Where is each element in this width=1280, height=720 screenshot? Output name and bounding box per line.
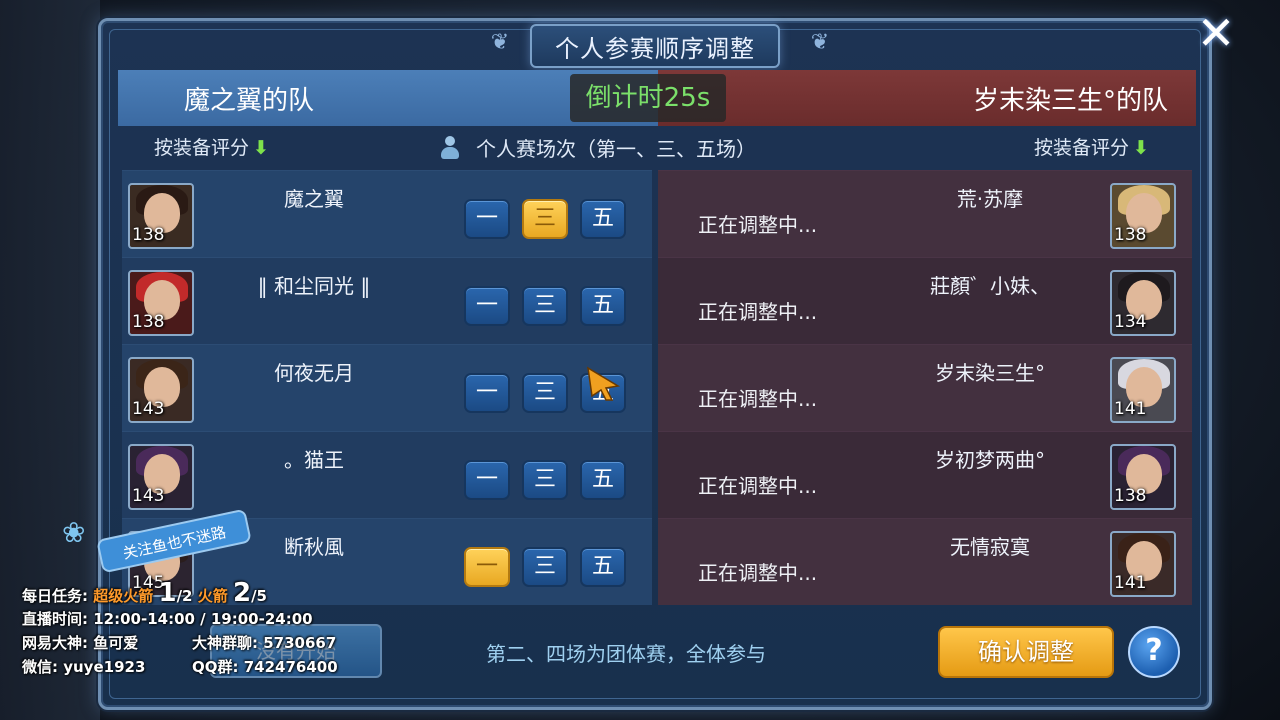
avatar: 141	[1110, 531, 1176, 597]
player-name: 岁初梦两曲°	[935, 448, 1045, 472]
right-team-name: 岁末染三生°的队	[972, 86, 1168, 116]
right-player-row: 正在调整中... 岁初梦两曲° 138	[658, 431, 1192, 518]
left-player-row: 143 何夜无月 一 三 五	[122, 344, 652, 431]
avatar: 138	[1110, 183, 1176, 249]
avatar: 138	[128, 183, 194, 249]
order-button-3[interactable]: 三	[522, 547, 568, 587]
overlay-netease: 网易大神: 鱼可爱	[22, 634, 139, 652]
overlay-schedule: 直播时间: 12:00-14:00 / 19:00-24:00	[22, 610, 313, 628]
player-level: 141	[1114, 399, 1147, 419]
right-team-banner: 岁末染三生°的队	[658, 70, 1196, 126]
match-header: 个人赛场次（第一、三、五场）	[440, 133, 756, 162]
order-button-5[interactable]: 五	[580, 547, 626, 587]
player-level: 138	[132, 225, 165, 245]
order-button-5[interactable]: 五	[580, 199, 626, 239]
player-level: 138	[132, 312, 165, 332]
left-sort-label: 按装备评分	[154, 137, 250, 159]
player-name: ‖ 和尘同光 ‖	[257, 274, 371, 298]
player-level: 141	[1114, 573, 1147, 593]
order-buttons: 一 三 五	[464, 199, 626, 239]
player-level: 138	[1114, 225, 1147, 245]
task-count-2: 2	[232, 578, 252, 608]
right-player-row: 正在调整中... 莊顏゛小妹、 134	[658, 257, 1192, 344]
confirm-button[interactable]: 确认调整	[938, 626, 1114, 678]
avatar: 141	[1110, 357, 1176, 423]
right-player-row: 正在调整中... 无情寂寞 141	[658, 518, 1192, 605]
match-header-label: 个人赛场次（第一、三、五场）	[476, 137, 756, 161]
player-level: 134	[1114, 312, 1147, 332]
adjusting-status: 正在调整中...	[698, 300, 818, 324]
left-player-row: 143 。猫王 一 三 五	[122, 431, 652, 518]
overlay-qq: QQ群: 742476400	[192, 658, 338, 676]
person-icon	[440, 135, 460, 160]
order-button-1[interactable]: 一	[464, 547, 510, 587]
flower-icon: ❀	[62, 516, 86, 549]
adjusting-status: 正在调整中...	[698, 474, 818, 498]
avatar: 143	[128, 444, 194, 510]
order-button-3[interactable]: 三	[522, 286, 568, 326]
right-team-list: 正在调整中... 荒·苏摩 138 正在调整中... 莊顏゛小妹、 134 正在…	[658, 170, 1192, 605]
order-button-1[interactable]: 一	[464, 286, 510, 326]
right-player-row: 正在调整中... 岁末染三生° 141	[658, 344, 1192, 431]
player-name: 莊顏゛小妹、	[930, 274, 1050, 298]
player-level: 143	[132, 486, 165, 506]
title-ornament-left-icon: ❦	[490, 30, 510, 55]
adjusting-status: 正在调整中...	[698, 387, 818, 411]
help-button[interactable]: ?	[1128, 626, 1180, 678]
order-button-1[interactable]: 一	[464, 373, 510, 413]
overlay-wechat: 微信: yuye1923	[22, 658, 146, 676]
adjusting-status: 正在调整中...	[698, 213, 818, 237]
countdown-timer: 倒计时25s	[570, 74, 726, 122]
avatar: 138	[1110, 444, 1176, 510]
arrow-down-icon: ⬇	[1133, 137, 1149, 159]
left-player-row: 138 魔之翼 一 三 五	[122, 170, 652, 257]
left-player-row: 138 ‖ 和尘同光 ‖ 一 三 五	[122, 257, 652, 344]
arrow-down-icon: ⬇	[253, 137, 269, 159]
adjusting-status: 正在调整中...	[698, 561, 818, 585]
order-button-5[interactable]: 五	[580, 286, 626, 326]
task-item-2: 火箭	[197, 587, 228, 605]
title-ornament-right-icon: ❦	[810, 30, 830, 55]
player-name: 。猫王	[284, 448, 344, 472]
player-name: 何夜无月	[274, 361, 354, 385]
left-sort-button[interactable]: 按装备评分 ⬇	[154, 133, 269, 160]
avatar: 143	[128, 357, 194, 423]
order-button-3[interactable]: 三	[522, 199, 568, 239]
player-name: 岁末染三生°	[935, 361, 1045, 385]
pointer-cursor-icon	[587, 366, 621, 401]
order-buttons: 一 三 五	[464, 547, 626, 587]
right-sort-label: 按装备评分	[1034, 137, 1130, 159]
avatar: 134	[1110, 270, 1176, 336]
task-item-1: 超级火箭	[93, 587, 154, 605]
task-count-1: 1	[158, 578, 177, 608]
right-player-row: 正在调整中... 荒·苏摩 138	[658, 170, 1192, 257]
order-buttons: 一 三 五	[464, 460, 626, 500]
player-name: 魔之翼	[284, 187, 344, 211]
footer-note: 第二、四场为团体赛，全体参与	[486, 642, 766, 666]
close-icon[interactable]: ✕	[1192, 10, 1240, 58]
player-name: 无情寂寞	[950, 535, 1030, 559]
order-button-1[interactable]: 一	[464, 460, 510, 500]
order-buttons: 一 三 五	[464, 286, 626, 326]
avatar: 138	[128, 270, 194, 336]
player-level: 143	[132, 399, 165, 419]
player-name: 荒·苏摩	[956, 187, 1024, 211]
task-prefix: 每日任务:	[22, 587, 88, 605]
order-button-3[interactable]: 三	[522, 460, 568, 500]
player-level: 138	[1114, 486, 1147, 506]
order-button-3[interactable]: 三	[522, 373, 568, 413]
task-total-1: /2	[176, 587, 193, 605]
order-button-5[interactable]: 五	[580, 460, 626, 500]
right-sort-button[interactable]: 按装备评分 ⬇	[1034, 133, 1149, 160]
panel-title: 个人参赛顺序调整	[530, 24, 780, 68]
order-button-1[interactable]: 一	[464, 199, 510, 239]
task-total-2: /5	[251, 587, 267, 605]
left-team-name: 魔之翼的队	[184, 86, 315, 116]
overlay-group: 大神群聊: 5730667	[192, 634, 337, 652]
overlay-task-line: 每日任务: 超级火箭 1/2 火箭 2/5	[22, 578, 267, 608]
